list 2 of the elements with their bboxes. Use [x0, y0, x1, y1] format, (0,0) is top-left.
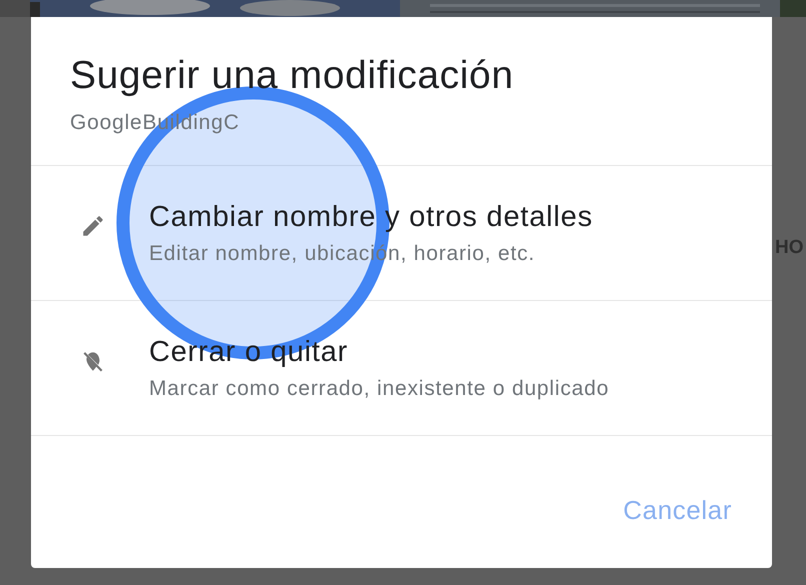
option-description: Marcar como cerrado, inexistente o duplicado: [149, 376, 610, 400]
dialog-title: Sugerir una modificación: [70, 53, 515, 99]
